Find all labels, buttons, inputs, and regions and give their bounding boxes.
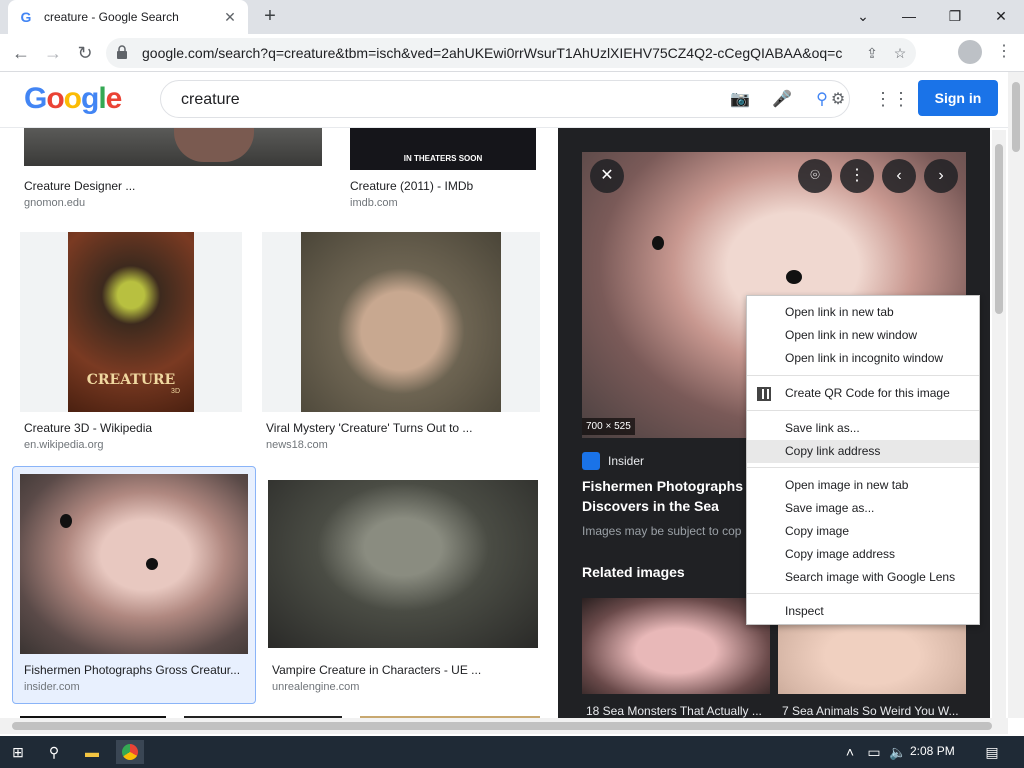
horizontal-scrollbar[interactable] <box>0 718 1008 734</box>
menu-open-link-new-window[interactable]: Open link in new window <box>747 324 979 347</box>
menu-separator <box>747 375 979 376</box>
menu-separator <box>747 410 979 411</box>
related-images-heading: Related images <box>582 564 685 580</box>
menu-create-qr-code[interactable]: Create QR Code for this image <box>747 382 979 405</box>
panel-scrollbar-thumb[interactable] <box>995 144 1003 314</box>
result-caption[interactable]: Creature (2011) - IMDb <box>350 179 473 193</box>
close-tab-icon[interactable]: ✕ <box>222 9 238 25</box>
result-caption[interactable]: Viral Mystery 'Creature' Turns Out to ..… <box>266 421 472 435</box>
result-thumbnail[interactable] <box>24 128 322 166</box>
menu-create-qr-code-label: Create QR Code for this image <box>785 386 950 400</box>
close-preview-button[interactable]: ✕ <box>590 159 624 193</box>
profile-avatar[interactable] <box>958 40 982 64</box>
panel-scrollbar[interactable] <box>992 130 1006 718</box>
gear-icon[interactable]: ⚙ <box>827 90 849 110</box>
clock[interactable]: 2:08 PM <box>910 744 955 758</box>
menu-open-link-incognito[interactable]: Open link in incognito window <box>747 347 979 370</box>
image-dimensions: 700 × 525 <box>582 418 635 435</box>
reload-button[interactable]: ↻ <box>72 40 98 66</box>
volume-muted-icon[interactable]: 🔈 <box>884 740 912 764</box>
result-thumbnail[interactable]: CREATURE 3D <box>20 232 242 412</box>
result-thumbnail[interactable] <box>268 480 538 648</box>
poster-title: CREATURE <box>86 372 176 388</box>
google-header: Google creature 📷 🎤 ⚲ ⚙ ⋮⋮ Sign in <box>0 72 1008 128</box>
result-domain: unrealengine.com <box>272 681 360 693</box>
menu-copy-image[interactable]: Copy image <box>747 520 979 543</box>
search-box[interactable]: creature 📷 🎤 ⚲ ⚙ <box>160 80 850 118</box>
sign-in-button[interactable]: Sign in <box>918 80 998 116</box>
back-button[interactable]: ← <box>8 40 34 66</box>
apps-grid-icon[interactable]: ⋮⋮ <box>874 88 910 110</box>
google-logo[interactable]: Google <box>24 82 122 116</box>
menu-copy-link-address[interactable]: Copy link address <box>747 440 979 463</box>
result-caption[interactable]: Vampire Creature in Characters - UE ... <box>272 663 481 677</box>
menu-copy-image-address[interactable]: Copy image address <box>747 543 979 566</box>
google-favicon-icon: G <box>20 9 32 25</box>
context-menu: Open link in new tab Open link in new wi… <box>746 295 980 625</box>
qr-code-icon <box>757 387 771 401</box>
result-caption[interactable]: Fishermen Photographs Gross Creatur... <box>24 663 240 677</box>
menu-open-link-new-tab[interactable]: Open link in new tab <box>747 301 979 324</box>
result-thumbnail[interactable] <box>20 474 248 654</box>
menu-save-link-as[interactable]: Save link as... <box>747 417 979 440</box>
insider-favicon-icon <box>582 452 600 470</box>
source-row[interactable]: Insider <box>582 452 644 470</box>
copyright-note: Images may be subject to cop <box>582 524 742 538</box>
result-thumbnail[interactable] <box>262 232 540 412</box>
taskbar: ⊞ ⚲ ▬ ˄ ▭ 🔈 2:08 PM ▤ <box>0 736 1024 768</box>
microphone-icon[interactable]: 🎤 <box>771 90 793 110</box>
vertical-scrollbar-thumb[interactable] <box>1012 82 1020 152</box>
result-domain: insider.com <box>24 681 80 693</box>
menu-open-image-new-tab[interactable]: Open image in new tab <box>747 474 979 497</box>
related-thumbnail[interactable] <box>582 598 770 694</box>
camera-icon[interactable]: 📷 <box>729 90 751 110</box>
search-input[interactable]: creature <box>181 91 240 109</box>
tab-google-search[interactable]: G creature - Google Search ✕ <box>8 0 248 34</box>
share-icon[interactable]: ⇪ <box>862 43 882 63</box>
search-icon[interactable]: ⚲ <box>40 740 68 764</box>
result-domain: imdb.com <box>350 197 398 209</box>
more-options-icon[interactable]: ⋮ <box>840 159 874 193</box>
forward-button[interactable]: → <box>40 40 66 66</box>
address-bar[interactable]: google.com/search?q=creature&tbm=isch&ve… <box>106 38 916 68</box>
poster-text: IN THEATERS SOON <box>403 154 483 163</box>
menu-separator <box>747 467 979 468</box>
image-results: Creature Designer ... gnomon.edu IN THEA… <box>0 128 558 718</box>
menu-save-image-as[interactable]: Save image as... <box>747 497 979 520</box>
file-explorer-icon[interactable]: ▬ <box>78 740 106 764</box>
windows-start-icon[interactable]: ⊞ <box>4 740 32 764</box>
result-thumbnail[interactable]: IN THEATERS SOON <box>350 128 536 170</box>
tab-title: creature - Google Search <box>44 10 179 24</box>
new-tab-button[interactable]: + <box>258 5 282 29</box>
url-text: google.com/search?q=creature&tbm=isch&ve… <box>142 45 842 61</box>
menu-search-google-lens[interactable]: Search image with Google Lens <box>747 566 979 589</box>
chrome-menu-icon[interactable]: ⋮ <box>992 40 1016 64</box>
restore-button[interactable]: ❐ <box>932 2 978 30</box>
horizontal-scrollbar-thumb[interactable] <box>12 722 992 730</box>
menu-inspect[interactable]: Inspect <box>747 600 979 623</box>
related-caption[interactable]: 18 Sea Monsters That Actually ... <box>586 704 772 718</box>
notifications-icon[interactable]: ▤ <box>978 740 1006 764</box>
previous-image-button[interactable]: ‹ <box>882 159 916 193</box>
result-caption[interactable]: Creature 3D - Wikipedia <box>24 421 152 435</box>
related-caption[interactable]: 7 Sea Animals So Weird You W... <box>782 704 968 718</box>
tab-search-icon[interactable]: ⌄ <box>840 2 886 30</box>
lens-icon[interactable]: ⌾ <box>798 159 832 193</box>
bookmark-star-icon[interactable]: ☆ <box>890 43 910 63</box>
result-domain: gnomon.edu <box>24 197 86 209</box>
menu-separator <box>747 593 979 594</box>
close-window-button[interactable]: ✕ <box>978 2 1024 30</box>
tab-strip: G creature - Google Search ✕ + ⌄ — ❐ ✕ <box>0 0 1024 34</box>
lock-icon <box>117 45 127 59</box>
next-image-button[interactable]: › <box>924 159 958 193</box>
minimize-button[interactable]: — <box>886 2 932 30</box>
browser-toolbar: ← → ↻ google.com/search?q=creature&tbm=i… <box>0 34 1024 72</box>
result-caption[interactable]: Creature Designer ... <box>24 179 135 193</box>
result-domain: news18.com <box>266 439 328 451</box>
vertical-scrollbar[interactable] <box>1008 72 1024 718</box>
poster-subtitle: 3D <box>171 388 180 395</box>
result-domain: en.wikipedia.org <box>24 439 104 451</box>
chrome-icon[interactable] <box>116 740 144 764</box>
source-name: Insider <box>608 454 645 468</box>
